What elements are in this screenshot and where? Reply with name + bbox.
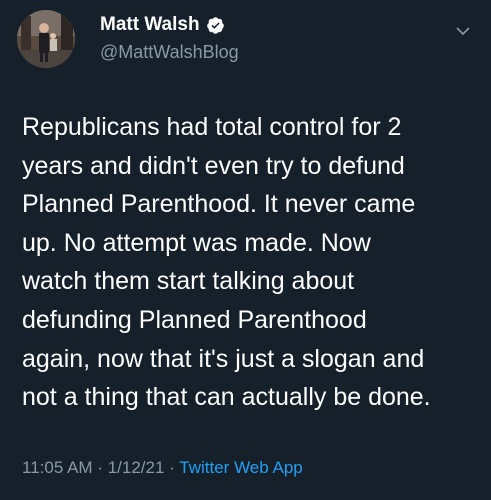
tweet-text-line: not a thing that can actually be done. [22, 383, 431, 412]
meta-separator: · [169, 458, 175, 477]
avatar[interactable] [17, 10, 75, 68]
tweet-text-line: watch them start talking about [22, 267, 355, 296]
tweet-text-line: defunding Planned Parenthood [22, 305, 367, 334]
tweet-metadata: 11:05 AM · 1/12/21 · Twitter Web App [22, 458, 303, 478]
author-handle[interactable]: @MattWalshBlog [100, 42, 239, 63]
tweet-text-line: years and didn't even try to defund [22, 151, 405, 180]
tweet-source-link[interactable]: Twitter Web App [179, 458, 302, 477]
tweet-text-line: up. No attempt was made. Now [22, 228, 371, 257]
tweet-date[interactable]: 1/12/21 [108, 458, 165, 477]
author-name-text[interactable]: Matt Walsh [100, 14, 200, 36]
meta-separator: · [97, 458, 103, 477]
tweet-text-line: Planned Parenthood. It never came [22, 190, 416, 219]
tweet-text-line: again, now that it's just a slogan and [22, 344, 425, 373]
tweet-time[interactable]: 11:05 AM [22, 458, 93, 477]
chevron-down-icon[interactable] [455, 24, 471, 36]
tweet-card: Matt Walsh @MattWalshBlog Republicans ha… [0, 0, 491, 500]
verified-badge-icon [206, 16, 225, 35]
tweet-text: Republicans had total control for 2 year… [22, 108, 477, 417]
author-name[interactable]: Matt Walsh [100, 14, 225, 36]
tweet-text-line: Republicans had total control for 2 [22, 113, 402, 141]
